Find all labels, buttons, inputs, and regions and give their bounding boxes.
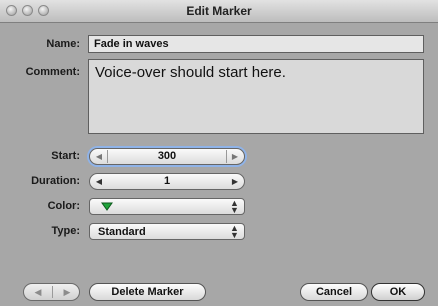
marker-nav-buttons: ◀ ▶: [23, 283, 80, 301]
cancel-button[interactable]: Cancel: [300, 283, 368, 301]
green-triangle-marker-icon: [101, 202, 113, 211]
stepper-left-arrow-icon[interactable]: ◀: [92, 150, 106, 163]
type-label: Type:: [51, 225, 80, 237]
popup-updown-icon: ▲ ▼: [230, 223, 239, 240]
stepper-divider: [107, 150, 108, 163]
stepper-divider: [226, 150, 227, 163]
color-label: Color:: [47, 200, 80, 212]
comment-field[interactable]: Voice-over should start here.: [88, 59, 424, 134]
start-value[interactable]: 300: [112, 150, 222, 163]
popup-updown-icon: ▲ ▼: [230, 198, 239, 215]
type-value: Standard: [98, 226, 146, 238]
name-field[interactable]: Fade in waves: [88, 35, 424, 53]
comment-label: Comment:: [25, 66, 80, 78]
start-stepper[interactable]: ◀ 300 ▶: [89, 148, 245, 165]
color-popup[interactable]: ▲ ▼: [89, 198, 245, 215]
stepper-right-arrow-icon[interactable]: ▶: [228, 175, 242, 188]
ok-button[interactable]: OK: [371, 283, 425, 301]
type-popup[interactable]: Standard ▲ ▼: [89, 223, 245, 240]
title-bar: Edit Marker: [0, 0, 438, 23]
duration-stepper[interactable]: ◀ 1 ▶: [89, 173, 245, 190]
window-title: Edit Marker: [186, 4, 252, 18]
edit-marker-window: Edit Marker Name: Fade in waves Comment:…: [0, 0, 438, 306]
arrow-right-icon[interactable]: ▶: [53, 284, 81, 300]
name-label: Name:: [46, 38, 80, 50]
dialog-content: Name: Fade in waves Comment: Voice-over …: [0, 23, 438, 306]
duration-label: Duration:: [31, 175, 80, 187]
start-label: Start:: [51, 150, 80, 162]
arrow-left-icon[interactable]: ◀: [24, 284, 52, 300]
duration-value[interactable]: 1: [112, 175, 222, 188]
stepper-left-arrow-icon[interactable]: ◀: [92, 175, 106, 188]
delete-marker-button[interactable]: Delete Marker: [89, 283, 206, 301]
stepper-right-arrow-icon[interactable]: ▶: [228, 150, 242, 163]
